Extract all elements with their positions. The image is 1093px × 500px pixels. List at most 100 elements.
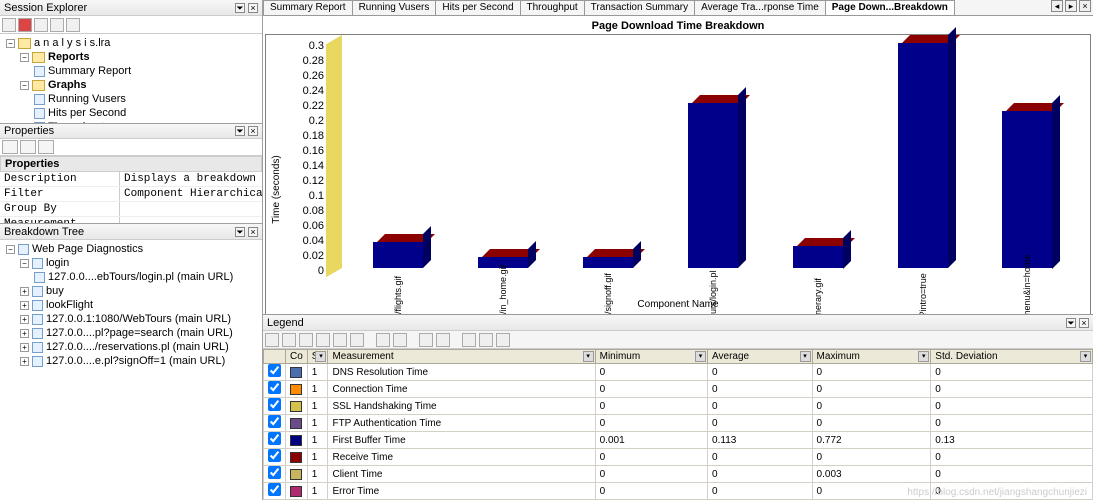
- delete-icon[interactable]: [18, 18, 32, 32]
- toolbar-button[interactable]: [38, 140, 54, 154]
- tab[interactable]: Running Vusers: [352, 0, 437, 15]
- legend-header-cell[interactable]: Std. Deviation▾: [931, 350, 1093, 364]
- toolbar-button[interactable]: [50, 18, 64, 32]
- toolbar-button[interactable]: [34, 18, 48, 32]
- legend-checkbox[interactable]: [268, 432, 281, 445]
- tree-root[interactable]: Web Page Diagnostics: [32, 242, 143, 256]
- pin-icon[interactable]: ⏷: [1066, 318, 1076, 328]
- property-value[interactable]: [120, 217, 262, 224]
- toolbar-button[interactable]: [419, 333, 433, 347]
- tree-item[interactable]: 127.0.0....pl?page=search (main URL): [46, 326, 233, 340]
- legend-checkbox[interactable]: [268, 466, 281, 479]
- legend-row[interactable]: 1 FTP Authentication Time 0 0 0 0: [264, 415, 1093, 432]
- legend-header-cell[interactable]: Sc▾: [307, 350, 328, 364]
- legend-checkbox[interactable]: [268, 381, 281, 394]
- toolbar-button[interactable]: [350, 333, 364, 347]
- tab[interactable]: Throughput: [520, 0, 585, 15]
- tab[interactable]: Summary Report: [263, 0, 353, 15]
- legend-checkbox[interactable]: [268, 415, 281, 428]
- toolbar-button[interactable]: [436, 333, 450, 347]
- legend-header-cell[interactable]: [264, 350, 286, 364]
- expand-icon[interactable]: +: [20, 329, 29, 338]
- dropdown-icon[interactable]: ▾: [583, 351, 594, 362]
- toolbar-button[interactable]: [333, 333, 347, 347]
- tab-close-icon[interactable]: ×: [1079, 0, 1091, 12]
- toolbar-button[interactable]: [462, 333, 476, 347]
- toolbar-button[interactable]: [316, 333, 330, 347]
- expand-icon[interactable]: −: [6, 245, 15, 254]
- legend-row[interactable]: 1 Connection Time 0 0 0 0: [264, 381, 1093, 398]
- toolbar-button[interactable]: [66, 18, 80, 32]
- legend-row[interactable]: 1 DNS Resolution Time 0 0 0 0: [264, 364, 1093, 381]
- expand-icon[interactable]: +: [20, 343, 29, 352]
- chart-bar[interactable]: [373, 242, 423, 268]
- tree-item[interactable]: Hits per Second: [48, 106, 126, 120]
- tab[interactable]: Average Tra...rponse Time: [694, 0, 826, 15]
- tree-item[interactable]: login: [46, 256, 69, 270]
- close-icon[interactable]: ×: [248, 227, 258, 237]
- expand-icon[interactable]: +: [20, 357, 29, 366]
- tree-reports[interactable]: Reports: [48, 50, 90, 64]
- legend-checkbox[interactable]: [268, 449, 281, 462]
- close-icon[interactable]: ×: [248, 126, 258, 136]
- chart-bar[interactable]: [793, 246, 843, 269]
- expand-icon[interactable]: −: [20, 259, 29, 268]
- toolbar-button[interactable]: [393, 333, 407, 347]
- expand-icon[interactable]: −: [20, 53, 29, 62]
- expand-icon[interactable]: −: [6, 39, 15, 48]
- dropdown-icon[interactable]: ▾: [800, 351, 811, 362]
- property-value[interactable]: [120, 202, 262, 216]
- expand-icon[interactable]: +: [20, 315, 29, 324]
- legend-header-cell[interactable]: Measurement▾: [328, 350, 595, 364]
- tree-item[interactable]: buy: [46, 284, 64, 298]
- toolbar-button[interactable]: [479, 333, 493, 347]
- breakdown-tree[interactable]: −Web Page Diagnostics −login127.0.0....e…: [0, 240, 262, 500]
- pin-icon[interactable]: ⏷: [235, 227, 245, 237]
- tree-item[interactable]: 127.0.0..../reservations.pl (main URL): [46, 340, 229, 354]
- session-tree[interactable]: −a n a l y s i s.lra −Reports Summary Re…: [0, 34, 262, 123]
- dropdown-icon[interactable]: ▾: [918, 351, 929, 362]
- tab-prev-icon[interactable]: ◂: [1051, 0, 1063, 12]
- legend-header-cell[interactable]: Maximum▾: [812, 350, 931, 364]
- close-icon[interactable]: ×: [248, 3, 258, 13]
- legend-row[interactable]: 1 SSL Handshaking Time 0 0 0 0: [264, 398, 1093, 415]
- pin-icon[interactable]: ⏷: [235, 3, 245, 13]
- toolbar-button[interactable]: [265, 333, 279, 347]
- tree-item[interactable]: 127.0.0....e.pl?signOff=1 (main URL): [46, 354, 225, 368]
- tree-item[interactable]: lookFlight: [46, 298, 93, 312]
- tree-graphs[interactable]: Graphs: [48, 78, 87, 92]
- tab[interactable]: Hits per Second: [435, 0, 520, 15]
- toolbar-button[interactable]: [2, 18, 16, 32]
- tree-item[interactable]: Running Vusers: [48, 92, 126, 106]
- dropdown-icon[interactable]: ▾: [315, 351, 326, 362]
- tree-item[interactable]: Summary Report: [48, 64, 131, 78]
- tab[interactable]: Page Down...Breakdown: [825, 0, 955, 15]
- property-value[interactable]: Component Hierarchical Path: [120, 187, 262, 201]
- chart-bar[interactable]: [583, 257, 633, 268]
- legend-row[interactable]: 1 Receive Time 0 0 0 0: [264, 449, 1093, 466]
- expand-icon[interactable]: −: [20, 81, 29, 90]
- close-icon[interactable]: ×: [1079, 318, 1089, 328]
- pin-icon[interactable]: ⏷: [235, 126, 245, 136]
- legend-checkbox[interactable]: [268, 483, 281, 496]
- toolbar-button[interactable]: [2, 140, 18, 154]
- tree-item[interactable]: 127.0.0.1:1080/WebTours (main URL): [46, 312, 231, 326]
- property-value[interactable]: Displays a breakdown of each: [120, 172, 262, 186]
- toolbar-button[interactable]: [496, 333, 510, 347]
- legend-header-cell[interactable]: Average▾: [708, 350, 813, 364]
- tree-item[interactable]: 127.0.0....ebTours/login.pl (main URL): [48, 270, 233, 284]
- chart-bar[interactable]: [688, 103, 738, 268]
- legend-header-cell[interactable]: Minimum▾: [595, 350, 707, 364]
- legend-row[interactable]: 1 First Buffer Time 0.001 0.113 0.772 0.…: [264, 432, 1093, 449]
- dropdown-icon[interactable]: ▾: [1080, 351, 1091, 362]
- expand-icon[interactable]: +: [20, 301, 29, 310]
- legend-row[interactable]: 1 Client Time 0 0 0.003 0: [264, 466, 1093, 483]
- toolbar-button[interactable]: [376, 333, 390, 347]
- legend-checkbox[interactable]: [268, 364, 281, 377]
- legend-row[interactable]: 1 Error Time 0 0 0 0: [264, 483, 1093, 500]
- tree-root[interactable]: a n a l y s i s.lra: [34, 36, 110, 50]
- tree-item[interactable]: Throughput: [48, 120, 104, 123]
- tab-next-icon[interactable]: ▸: [1065, 0, 1077, 12]
- dropdown-icon[interactable]: ▾: [695, 351, 706, 362]
- tab[interactable]: Transaction Summary: [584, 0, 695, 15]
